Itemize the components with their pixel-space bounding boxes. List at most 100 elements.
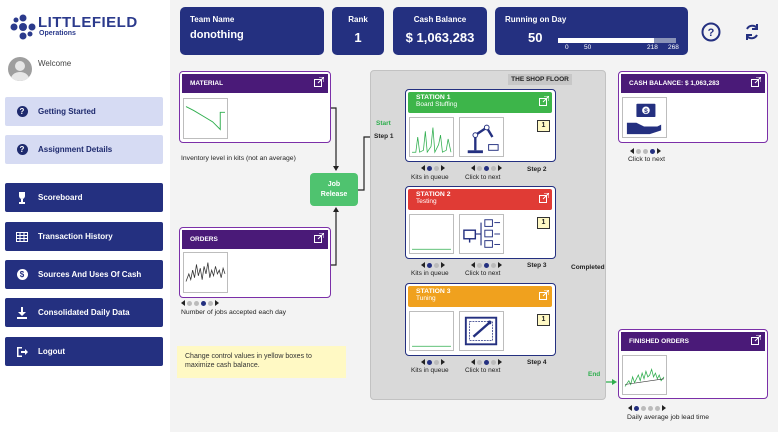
pager-dot[interactable] (636, 148, 641, 154)
station-1-card[interactable]: STATION 1 Board Stuffing 1 (405, 89, 556, 162)
shop-floor-title: THE SHOP FLOOR (508, 74, 572, 85)
next-arrow-icon[interactable] (215, 300, 219, 306)
step-1-label: Step 1 (374, 133, 394, 140)
finished-pager[interactable] (628, 405, 666, 411)
prev-arrow-icon[interactable] (421, 262, 425, 268)
station-1-pager-2[interactable] (471, 165, 502, 171)
orders-pager[interactable] (181, 300, 219, 306)
completed-label: Completed (571, 264, 605, 271)
external-link-icon[interactable] (751, 335, 761, 345)
external-link-icon[interactable] (539, 290, 549, 300)
cash-pager[interactable] (630, 148, 661, 154)
pager-dot[interactable] (434, 262, 439, 268)
prev-arrow-icon[interactable] (421, 359, 425, 365)
finished-orders-card[interactable]: FINISHED ORDERS (618, 329, 768, 399)
pager-dot[interactable] (434, 359, 439, 365)
pager-dot[interactable] (477, 359, 482, 365)
pager-dot[interactable] (634, 405, 639, 411)
next-arrow-icon[interactable] (498, 359, 502, 365)
material-title: MATERIAL (182, 74, 328, 93)
pager-dot[interactable] (194, 300, 199, 306)
station-1-machines-input[interactable]: 1 (537, 120, 550, 132)
prev-arrow-icon[interactable] (471, 359, 475, 365)
pager-dot[interactable] (643, 148, 648, 154)
station-2-machines-input[interactable]: 1 (537, 217, 550, 229)
pager-dot[interactable] (484, 165, 489, 171)
finished-orders-caption: Daily average job lead time (627, 414, 709, 421)
station-3-pager[interactable] (421, 359, 445, 365)
station-3-machines-input[interactable]: 1 (537, 314, 550, 326)
pager-dot[interactable] (434, 165, 439, 171)
station-2-card[interactable]: STATION 2 Testing 1 (405, 186, 556, 259)
station-2-queue-chart[interactable] (409, 214, 454, 254)
external-link-icon[interactable] (314, 77, 324, 87)
next-arrow-icon[interactable] (441, 165, 445, 171)
station-2-queue-label: Kits in queue (411, 270, 449, 277)
svg-text:$: $ (644, 108, 648, 115)
prev-arrow-icon[interactable] (471, 262, 475, 268)
start-label: Start (376, 120, 391, 127)
next-arrow-icon[interactable] (662, 405, 666, 411)
station-3-pager-2[interactable] (471, 359, 502, 365)
prev-arrow-icon[interactable] (421, 165, 425, 171)
external-link-icon[interactable] (539, 96, 549, 106)
pager-dot[interactable] (641, 405, 646, 411)
station-3-queue-label: Kits in queue (411, 367, 449, 374)
pager-dot[interactable] (477, 165, 482, 171)
pager-dot[interactable] (427, 359, 432, 365)
next-arrow-icon[interactable] (498, 262, 502, 268)
pager-dot[interactable] (187, 300, 192, 306)
pager-dot[interactable] (650, 148, 655, 154)
prev-arrow-icon[interactable] (630, 148, 634, 154)
station-2-pager[interactable] (421, 262, 445, 268)
pager-dot[interactable] (491, 359, 496, 365)
cash-hand-icon[interactable]: $ (622, 97, 667, 138)
next-arrow-icon[interactable] (441, 359, 445, 365)
prev-arrow-icon[interactable] (628, 405, 632, 411)
material-card[interactable]: MATERIAL (179, 71, 331, 143)
station-1-queue-chart[interactable] (409, 117, 454, 157)
orders-title: ORDERS (182, 230, 328, 249)
step-3-label: Step 3 (527, 262, 547, 269)
station-2-next-label: Click to next (465, 270, 501, 277)
prev-arrow-icon[interactable] (181, 300, 185, 306)
external-link-icon[interactable] (751, 77, 761, 87)
step-4-label: Step 4 (527, 359, 547, 366)
pager-dot[interactable] (427, 165, 432, 171)
pager-dot[interactable] (648, 405, 653, 411)
external-link-icon[interactable] (539, 193, 549, 203)
next-arrow-icon[interactable] (657, 148, 661, 154)
orders-chart-thumbnail[interactable] (183, 252, 228, 293)
pager-dot[interactable] (491, 165, 496, 171)
pager-dot[interactable] (427, 262, 432, 268)
station-2-pager-2[interactable] (471, 262, 502, 268)
lead-time-chart-thumbnail[interactable] (622, 355, 667, 395)
finished-orders-title: FINISHED ORDERS (621, 332, 765, 351)
tuning-board-icon[interactable] (459, 311, 504, 351)
orders-card[interactable]: ORDERS (179, 227, 331, 298)
orders-caption: Number of jobs accepted each day (181, 309, 287, 316)
material-caption: Inventory level in kits (not an average) (181, 155, 296, 162)
testing-computer-icon[interactable] (459, 214, 504, 254)
pager-dot[interactable] (201, 300, 206, 306)
job-release-button[interactable]: Job Release (310, 173, 358, 206)
next-arrow-icon[interactable] (441, 262, 445, 268)
pager-dot[interactable] (484, 262, 489, 268)
prev-arrow-icon[interactable] (471, 165, 475, 171)
pager-dot[interactable] (208, 300, 213, 306)
material-chart-thumbnail[interactable] (183, 98, 228, 139)
station-1-queue-label: Kits in queue (411, 174, 449, 181)
pager-dot[interactable] (655, 405, 660, 411)
station-1-pager[interactable] (421, 165, 445, 171)
external-link-icon[interactable] (314, 233, 324, 243)
next-arrow-icon[interactable] (498, 165, 502, 171)
pager-dot[interactable] (484, 359, 489, 365)
instruction-note: Change control values in yellow boxes to… (177, 346, 346, 378)
pager-dot[interactable] (477, 262, 482, 268)
end-label: End (588, 371, 601, 378)
station-3-card[interactable]: STATION 3 Tuning 1 (405, 283, 556, 356)
station-3-queue-chart[interactable] (409, 311, 454, 351)
pager-dot[interactable] (491, 262, 496, 268)
robot-arm-icon[interactable] (459, 117, 504, 157)
cash-balance-card[interactable]: CASH BALANCE: $ 1,063,283 $ (618, 71, 768, 143)
